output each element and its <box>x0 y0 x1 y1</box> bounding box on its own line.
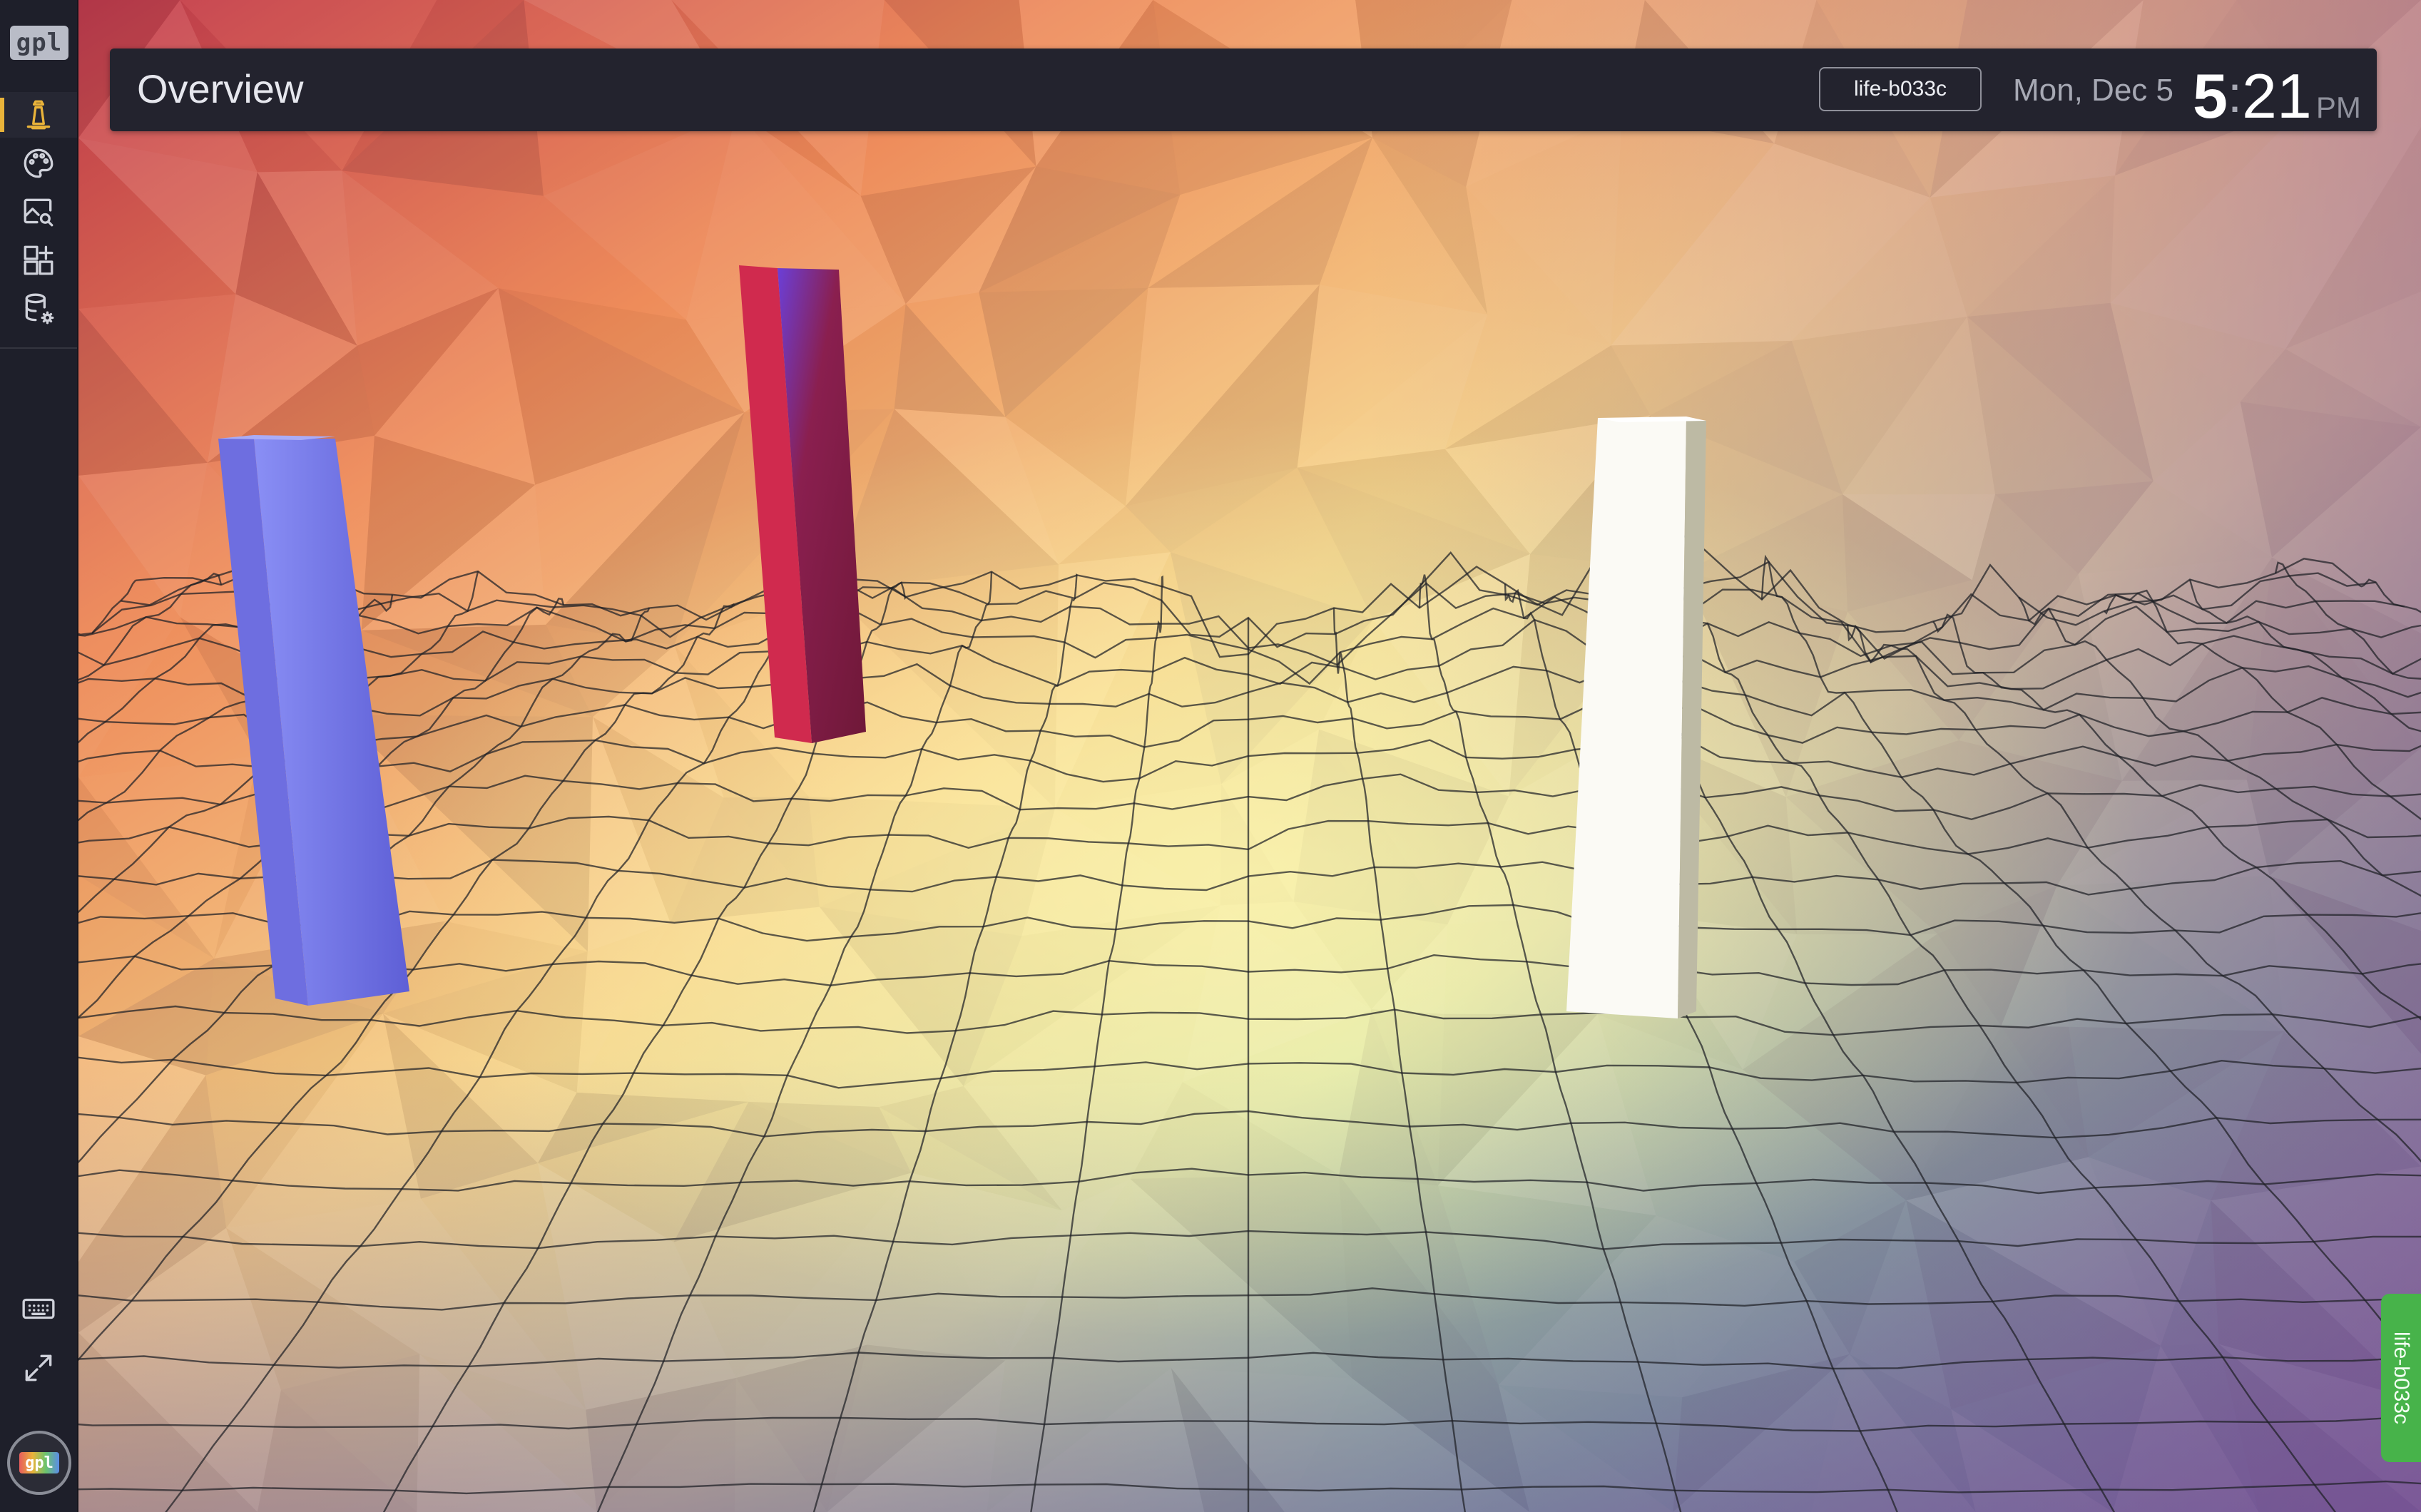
host-side-tab[interactable]: life-b033c <box>2381 1294 2421 1462</box>
overview-canvas: Overview life-b033c Mon, Dec 5 5:21 PM li… <box>78 0 2421 1512</box>
scene-3d <box>78 0 2421 1512</box>
clock-hour: 5 <box>2193 61 2228 131</box>
clock: 5:21 PM <box>2193 60 2361 133</box>
palette-icon <box>24 148 53 178</box>
top-header: Overview life-b033c Mon, Dec 5 5:21 PM <box>110 48 2377 131</box>
lighthouse-icon <box>26 100 51 130</box>
sidebar-item-data-settings[interactable] <box>0 286 77 332</box>
clock-minutes: 21 <box>2241 61 2312 131</box>
sidebar: gpl gpl <box>0 0 78 1512</box>
clock-ampm: PM <box>2315 91 2361 124</box>
sidebar-item-overview[interactable] <box>0 92 77 138</box>
user-avatar[interactable]: gpl <box>7 1431 71 1495</box>
date-display: Mon, Dec 5 <box>2013 73 2173 108</box>
sidebar-item-images[interactable] <box>0 189 77 235</box>
sidebar-divider <box>0 347 77 349</box>
keyboard-icon <box>22 1298 55 1319</box>
logo-text: gpl <box>16 29 63 57</box>
database-gear-icon <box>25 293 54 325</box>
keyboard-shortcuts-button[interactable] <box>0 1286 77 1332</box>
host-chip[interactable]: life-b033c <box>1819 67 1982 111</box>
sidebar-item-layouts[interactable] <box>0 237 77 283</box>
host-side-tab-label: life-b033c <box>2390 1331 2414 1425</box>
image-search-icon <box>24 198 53 227</box>
grid-add-icon <box>24 245 53 275</box>
expand-icon <box>25 1354 52 1381</box>
app-logo[interactable]: gpl <box>10 26 68 60</box>
fullscreen-button[interactable] <box>0 1345 77 1391</box>
clock-separator: : <box>2227 66 2242 123</box>
page-title: Overview <box>137 66 304 111</box>
avatar-logo: gpl <box>19 1452 59 1473</box>
sidebar-item-themes[interactable] <box>0 141 77 186</box>
